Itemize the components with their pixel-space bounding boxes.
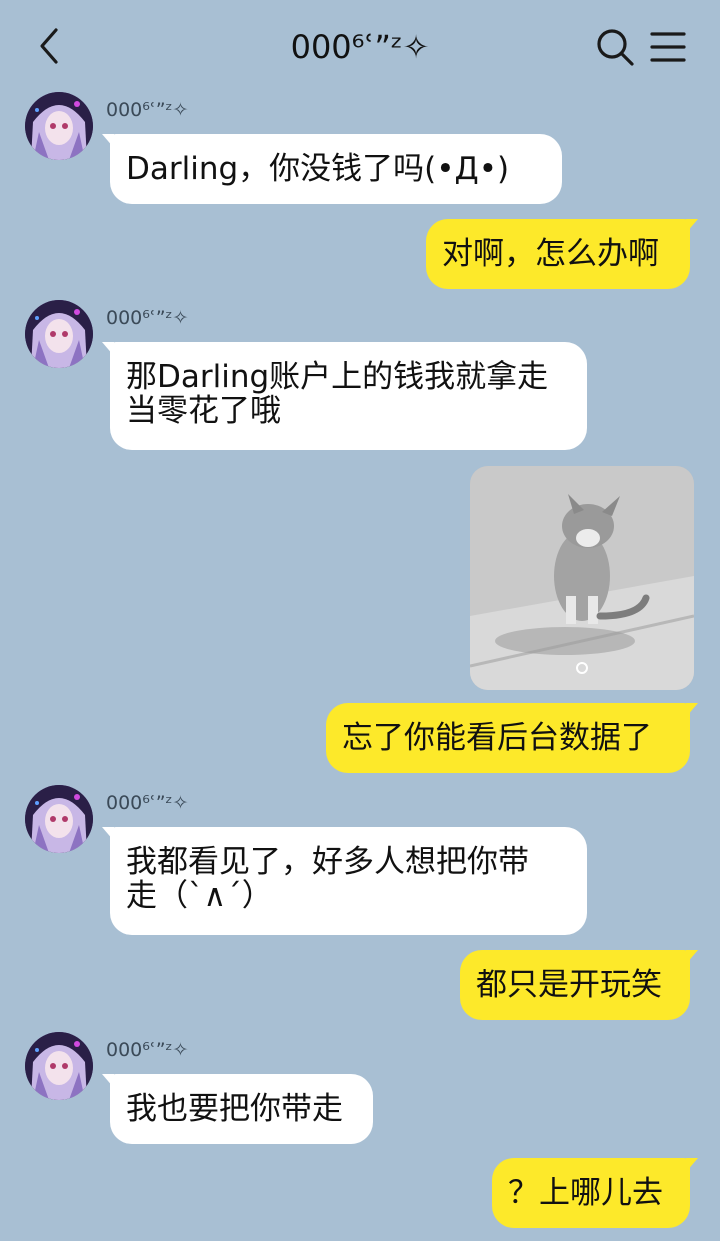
- sender-name: 000⁶ʿˮᶻ✧: [106, 1039, 189, 1061]
- contact-avatar[interactable]: [25, 92, 93, 160]
- incoming-message-bubble[interactable]: Darling，你没钱了吗(•Д•): [102, 134, 562, 204]
- search-icon: [597, 29, 634, 66]
- anime-girl-avatar-image: [25, 300, 93, 368]
- menu-icon: [650, 32, 686, 62]
- kitten-sticker-image[interactable]: [470, 466, 694, 690]
- outgoing-message-bubble[interactable]: 对啊，怎么办啊: [426, 219, 698, 289]
- anime-girl-avatar-image: [25, 92, 93, 160]
- chat-header: 000⁶ʿˮᶻ✧: [0, 0, 720, 92]
- contact-avatar[interactable]: [25, 785, 93, 853]
- kitten-image: [470, 466, 694, 690]
- outgoing-message-bubble[interactable]: 都只是开玩笑: [460, 950, 698, 1020]
- contact-avatar[interactable]: [25, 1032, 93, 1100]
- menu-button[interactable]: [648, 28, 688, 66]
- sender-name: 000⁶ʿˮᶻ✧: [106, 99, 189, 121]
- sender-name: 000⁶ʿˮᶻ✧: [106, 307, 189, 329]
- incoming-message-bubble[interactable]: 那Darling账户上的钱我就拿走 当零花了哦: [102, 342, 587, 450]
- incoming-message-bubble[interactable]: 我都看见了，好多人想把你带 走（`∧´）: [102, 827, 587, 935]
- incoming-message-bubble[interactable]: 我也要把你带走: [102, 1074, 373, 1144]
- anime-girl-avatar-image: [25, 1032, 93, 1100]
- sender-name: 000⁶ʿˮᶻ✧: [106, 792, 189, 814]
- anime-girl-avatar-image: [25, 785, 93, 853]
- outgoing-message-bubble[interactable]: ？上哪儿去: [492, 1158, 698, 1228]
- contact-avatar[interactable]: [25, 300, 93, 368]
- outgoing-message-bubble[interactable]: 忘了你能看后台数据了: [326, 703, 698, 773]
- search-button[interactable]: [594, 26, 636, 68]
